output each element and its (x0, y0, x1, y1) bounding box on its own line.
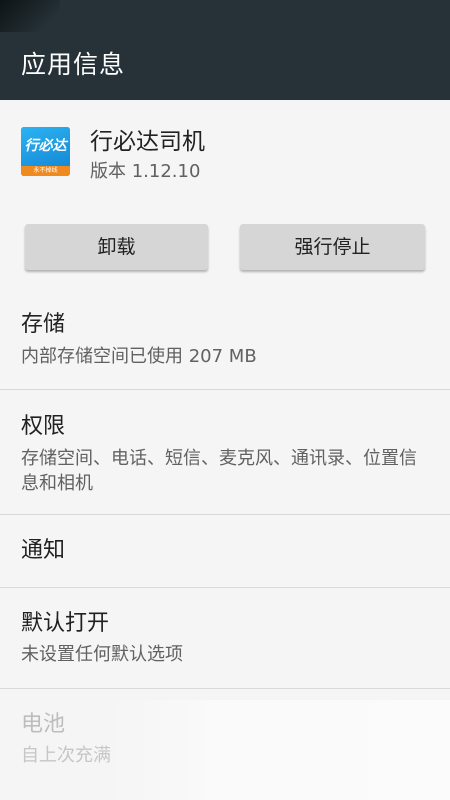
app-name: 行必达司机 (90, 129, 205, 155)
force-stop-button[interactable]: 强行停止 (240, 224, 425, 270)
app-version: 版本 1.12.10 (90, 161, 201, 182)
permissions-summary: 存储空间、电话、短信、麦克风、通讯录、位置信息和相机 (21, 448, 417, 494)
permissions-title: 权限 (21, 414, 66, 439)
app-icon-label: 行必达 (24, 138, 67, 154)
open-by-default-title: 默认打开 (21, 611, 110, 636)
notifications-item[interactable]: 通知 (0, 515, 450, 587)
status-bar-shadow (0, 0, 60, 32)
storage-item[interactable]: 存储 内部存储空间已使用 207 MB (0, 290, 450, 390)
notifications-title: 通知 (21, 538, 66, 563)
open-by-default-item[interactable]: 默认打开 未设置任何默认选项 (0, 588, 450, 688)
storage-summary: 内部存储空间已使用 207 MB (21, 346, 257, 367)
fade-overlay (110, 700, 450, 800)
open-by-default-summary: 未设置任何默认选项 (21, 644, 183, 665)
page-title: 应用信息 (21, 50, 126, 79)
permissions-item[interactable]: 权限 存储空间、电话、短信、麦克风、通讯录、位置信息和相机 (0, 390, 450, 514)
battery-title: 电池 (21, 712, 66, 737)
app-bar: 应用信息 (0, 0, 450, 100)
storage-title: 存储 (21, 312, 66, 337)
app-icon-tagline: 永不掉线 (33, 167, 58, 174)
app-header: 行必达 永不掉线 行必达司机 版本 1.12.10 (0, 100, 450, 210)
uninstall-button[interactable]: 卸载 (25, 224, 208, 270)
app-icon: 行必达 永不掉线 (21, 127, 70, 176)
app-info-screen: 应用信息 行必达 永不掉线 行必达司机 版本 1.12.10 卸载 强行停止 存… (0, 0, 450, 800)
